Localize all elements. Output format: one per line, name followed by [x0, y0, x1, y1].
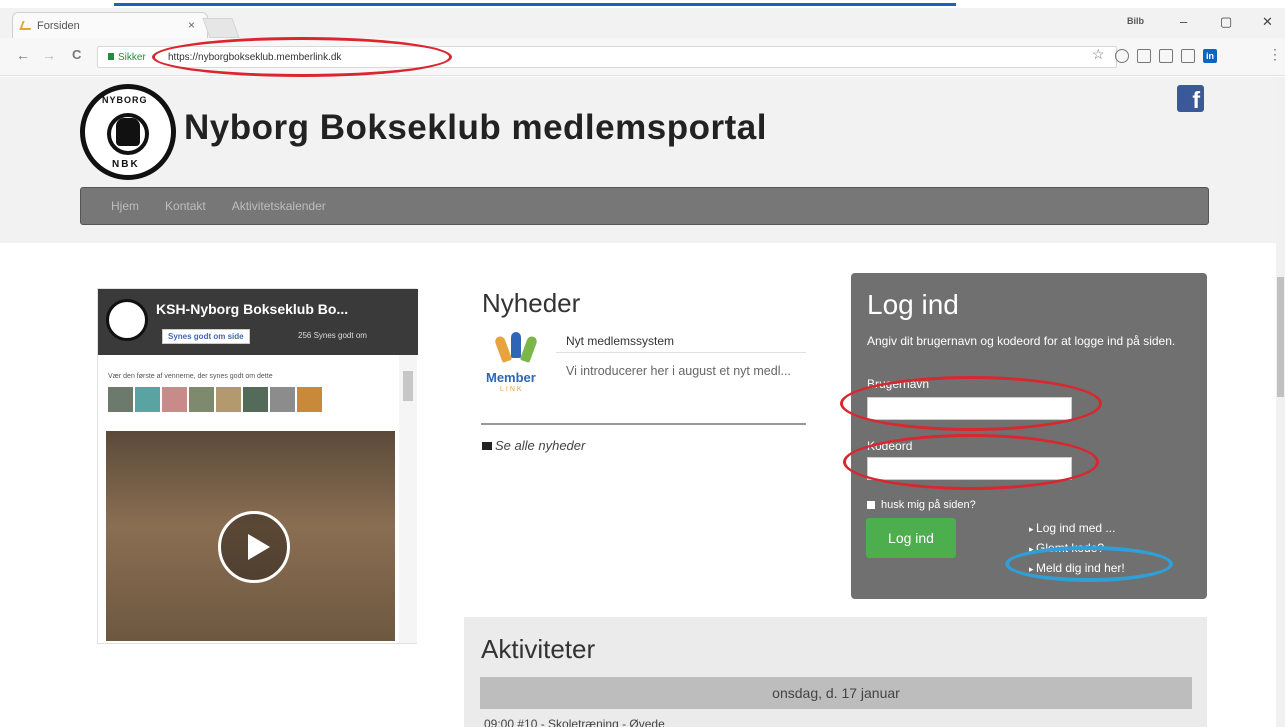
minimize-icon[interactable]: –	[1180, 14, 1187, 29]
play-icon[interactable]	[218, 511, 290, 583]
logo-text: Member	[486, 370, 536, 385]
fb-widget-scrollbar[interactable]	[399, 355, 417, 643]
browser-tab[interactable]: Forsiden ×	[12, 12, 208, 38]
friend-avatar[interactable]	[135, 387, 160, 412]
shield-icon[interactable]	[1115, 49, 1129, 63]
facebook-page-widget: KSH-Nyborg Bokseklub Bo... Synes godt om…	[97, 288, 418, 644]
day-header: onsdag, d. 17 januar	[480, 677, 1192, 709]
logo-text-top: NYBORG	[102, 95, 148, 105]
remember-me[interactable]: husk mig på siden?	[867, 499, 976, 511]
divider	[556, 352, 806, 353]
fb-friend-faces	[108, 387, 322, 412]
see-all-label: Se alle nyheder	[495, 438, 586, 453]
nav-item-hjem[interactable]: Hjem	[111, 199, 139, 213]
fb-like-count: 256 Synes godt om	[298, 331, 367, 340]
url-text[interactable]: https://nyborgbokseklub.memberlink.dk	[160, 52, 341, 63]
main-nav: Hjem Kontakt Aktivitetskalender	[80, 187, 1209, 225]
club-logo[interactable]: NYBORG NBK	[80, 84, 176, 180]
screenshot-root: Forsiden × Bilb – ▢ ✕ ← → C Sikker https…	[0, 0, 1285, 727]
reload-icon[interactable]: C	[72, 47, 81, 62]
browser-tabstrip: Forsiden ×	[0, 8, 1285, 38]
fb-widget-header: KSH-Nyborg Bokseklub Bo... Synes godt om…	[98, 289, 418, 355]
fb-like-page-button[interactable]: Synes godt om side	[162, 329, 250, 344]
activities-heading: Aktiviteter	[481, 634, 596, 664]
scrollbar-thumb[interactable]	[403, 371, 413, 401]
password-field[interactable]	[867, 457, 1072, 480]
login-button[interactable]: Log ind	[866, 518, 956, 558]
close-window-icon[interactable]: ✕	[1262, 14, 1273, 30]
friend-avatar[interactable]	[243, 387, 268, 412]
flag-icon	[482, 442, 492, 450]
fb-friends-text: Vær den første af vennerne, der synes go…	[108, 373, 273, 380]
friend-avatar[interactable]	[108, 387, 133, 412]
lock-icon	[108, 52, 114, 60]
logo-figure	[519, 335, 539, 363]
activities-panel: Aktiviteter onsdag, d. 17 januar 09:00 #…	[464, 617, 1207, 727]
secure-indicator[interactable]: Sikker	[98, 52, 160, 63]
see-all-news-link[interactable]: Se alle nyheder	[482, 438, 585, 453]
menu-icon[interactable]: ⋮	[1268, 46, 1282, 63]
linkedin-icon[interactable]: in	[1203, 49, 1217, 63]
square-extension-icon[interactable]	[1159, 49, 1173, 63]
friend-avatar[interactable]	[162, 387, 187, 412]
fb-page-avatar[interactable]	[106, 299, 148, 341]
back-icon[interactable]: ←	[16, 47, 30, 63]
new-tab-button[interactable]	[202, 18, 240, 38]
favicon-icon	[19, 21, 34, 30]
memberlink-logo[interactable]: Member LINK	[484, 332, 548, 396]
login-links: Log ind med ... Glemt kode? Meld dig ind…	[1029, 519, 1125, 579]
nav-item-kontakt[interactable]: Kontakt	[165, 199, 206, 213]
friend-avatar[interactable]	[216, 387, 241, 412]
news-heading: Nyheder	[482, 288, 581, 318]
news-item-text: Vi introducerer her i august et nyt medl…	[566, 364, 791, 378]
login-with-link[interactable]: Log ind med ...	[1029, 519, 1125, 539]
friend-avatar[interactable]	[297, 387, 322, 412]
page-scrollbar[interactable]	[1276, 77, 1285, 727]
forward-icon[interactable]: →	[42, 47, 56, 63]
boxing-glove-icon	[116, 118, 140, 146]
fb-page-name[interactable]: KSH-Nyborg Bokseklub Bo...	[156, 301, 348, 317]
login-title: Log ind	[867, 289, 959, 320]
nav-item-aktivitetskalender[interactable]: Aktivitetskalender	[232, 199, 326, 213]
bookmark-star-icon[interactable]: ☆	[1092, 46, 1105, 63]
site-title: Nyborg Bokseklub medlemsportal	[184, 108, 767, 147]
secure-label: Sikker	[118, 51, 146, 63]
news-item-title[interactable]: Nyt medlemssystem	[566, 334, 674, 348]
fb-video-thumbnail[interactable]	[106, 431, 395, 641]
cast-icon[interactable]	[1181, 49, 1195, 63]
top-link-fragment	[114, 0, 956, 6]
friend-avatar[interactable]	[189, 387, 214, 412]
password-label: Kodeord	[867, 439, 913, 453]
logo-subtext: LINK	[500, 386, 524, 393]
login-description: Angiv dit brugernavn og kodeord for at l…	[867, 334, 1176, 348]
address-bar[interactable]: Sikker https://nyborgbokseklub.memberlin…	[97, 46, 1117, 68]
logo-text-bottom: NBK	[112, 159, 140, 170]
logo-figure	[493, 335, 513, 363]
remember-label: husk mig på siden?	[881, 499, 976, 511]
friend-avatar[interactable]	[270, 387, 295, 412]
activity-row[interactable]: 09:00 #10 - Skoletræning - Øvede	[484, 717, 665, 727]
facebook-icon[interactable]: f	[1177, 85, 1204, 113]
login-panel: Log ind Angiv dit brugernavn og kodeord …	[851, 273, 1207, 599]
divider	[481, 423, 806, 425]
remember-checkbox[interactable]	[867, 501, 875, 509]
signup-link[interactable]: Meld dig ind her!	[1029, 559, 1125, 579]
username-field[interactable]	[867, 397, 1072, 420]
forgot-password-link[interactable]: Glemt kode?	[1029, 539, 1125, 559]
maximize-icon[interactable]: ▢	[1220, 14, 1232, 30]
user-badge[interactable]: Bilb	[1127, 16, 1144, 26]
tab-title: Forsiden	[37, 19, 80, 32]
tab-close-icon[interactable]: ×	[188, 18, 195, 32]
square-extension-icon[interactable]	[1137, 49, 1151, 63]
username-label: Brugernavn	[867, 377, 930, 391]
logo-figure	[511, 332, 521, 358]
page-scrollbar-thumb[interactable]	[1277, 277, 1284, 397]
